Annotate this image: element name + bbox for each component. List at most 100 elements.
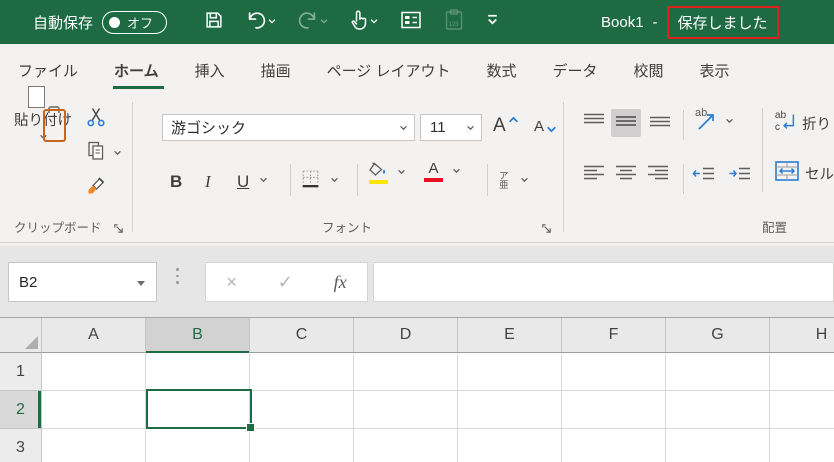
font-size-dropdown-icon[interactable] xyxy=(465,123,481,133)
tab-page-layout[interactable]: ページ レイアウト xyxy=(309,44,469,96)
font-name-combobox[interactable]: 游ゴシック xyxy=(162,114,415,141)
clipboard-dialog-launcher[interactable] xyxy=(112,222,125,235)
increase-font-size-button[interactable]: A xyxy=(493,116,519,135)
tab-view[interactable]: 表示 xyxy=(682,44,748,96)
align-middle-button[interactable] xyxy=(611,109,641,137)
redo-button[interactable] xyxy=(293,6,333,38)
enter-icon[interactable]: ✓ xyxy=(278,272,293,293)
cell[interactable] xyxy=(666,353,770,391)
column-header-g[interactable]: G xyxy=(666,318,770,353)
column-header-f[interactable]: F xyxy=(562,318,666,353)
font-size-combobox[interactable]: 11 xyxy=(420,114,482,141)
tab-file[interactable]: ファイル xyxy=(0,44,96,96)
column-header-d[interactable]: D xyxy=(354,318,458,353)
cell[interactable] xyxy=(354,429,458,462)
align-middle-icon xyxy=(614,113,638,134)
cell[interactable] xyxy=(770,391,834,429)
shrink-font-icon: A xyxy=(534,118,545,135)
copy-dropdown-icon[interactable] xyxy=(112,145,123,163)
column-header-e[interactable]: E xyxy=(458,318,562,353)
column-header-b[interactable]: B xyxy=(146,318,250,353)
name-box[interactable]: B2 xyxy=(8,262,157,302)
column-header-c[interactable]: C xyxy=(250,318,354,353)
cell[interactable] xyxy=(666,391,770,429)
cell[interactable] xyxy=(458,429,562,462)
paste-button[interactable]: 貼り付け xyxy=(10,86,76,142)
name-box-dropdown-icon[interactable] xyxy=(137,281,145,286)
cell[interactable] xyxy=(354,353,458,391)
orientation-dropdown-icon[interactable] xyxy=(724,113,735,131)
undo-dropdown-icon[interactable] xyxy=(267,13,277,31)
row-header-2[interactable]: 2 xyxy=(0,391,42,429)
cell[interactable] xyxy=(42,353,146,391)
align-top-button[interactable] xyxy=(582,112,606,133)
active-cell-selection[interactable] xyxy=(146,389,255,432)
phonetic-dropdown-icon[interactable] xyxy=(519,172,530,190)
insert-function-icon[interactable]: fx xyxy=(334,272,347,293)
formula-input[interactable] xyxy=(373,262,834,302)
tab-formulas[interactable]: 数式 xyxy=(468,44,534,96)
tab-review[interactable]: 校閲 xyxy=(616,44,682,96)
merge-center-button[interactable]: セル xyxy=(774,160,834,187)
touch-mouse-mode-button[interactable] xyxy=(345,6,383,38)
font-color-dropdown-icon[interactable] xyxy=(451,163,462,181)
tab-draw[interactable]: 描画 xyxy=(243,44,309,96)
copy-button[interactable] xyxy=(86,140,123,167)
cell[interactable] xyxy=(770,429,834,462)
underline-button[interactable]: U xyxy=(237,164,269,198)
cell[interactable] xyxy=(354,391,458,429)
touch-mode-dropdown-icon[interactable] xyxy=(369,13,379,31)
cell[interactable] xyxy=(42,429,146,462)
autosave-toggle[interactable]: オフ xyxy=(102,10,168,34)
cell[interactable] xyxy=(562,391,666,429)
align-left-button[interactable] xyxy=(582,164,606,187)
row-header-1[interactable]: 1 xyxy=(0,353,42,391)
italic-button[interactable]: I xyxy=(205,164,211,198)
align-right-button[interactable] xyxy=(646,164,670,187)
tab-home[interactable]: ホーム xyxy=(96,44,177,96)
cell[interactable] xyxy=(458,353,562,391)
font-name-dropdown-icon[interactable] xyxy=(398,123,414,133)
tab-insert[interactable]: 挿入 xyxy=(177,44,243,96)
cell[interactable] xyxy=(250,429,354,462)
formula-bar-resize-handle[interactable] xyxy=(176,268,179,284)
borders-dropdown-icon[interactable] xyxy=(329,172,340,190)
customize-qat-button[interactable] xyxy=(481,6,504,38)
row-header-3[interactable]: 3 xyxy=(0,429,42,462)
borders-button[interactable] xyxy=(300,164,340,198)
wrap-text-button[interactable]: ab c 折り xyxy=(774,108,831,139)
save-button[interactable] xyxy=(199,6,229,38)
phonetic-guide-button[interactable]: ア 亜 xyxy=(499,164,530,198)
format-painter-button[interactable] xyxy=(86,176,106,201)
select-all-button[interactable] xyxy=(0,318,42,353)
cell[interactable] xyxy=(250,391,354,429)
cell[interactable] xyxy=(562,353,666,391)
undo-button[interactable] xyxy=(241,6,281,38)
bold-button[interactable]: B xyxy=(170,164,182,198)
underline-dropdown-icon[interactable] xyxy=(258,172,269,190)
align-bottom-button[interactable] xyxy=(648,112,672,133)
cut-button[interactable] xyxy=(86,106,106,133)
cell[interactable] xyxy=(458,391,562,429)
column-header-a[interactable]: A xyxy=(42,318,146,353)
cell[interactable] xyxy=(250,353,354,391)
cancel-icon[interactable]: × xyxy=(226,272,237,293)
cell[interactable] xyxy=(770,353,834,391)
fill-color-dropdown-icon[interactable] xyxy=(396,164,407,182)
decrease-indent-button[interactable] xyxy=(692,166,716,187)
font-dialog-launcher[interactable] xyxy=(540,222,553,235)
align-center-button[interactable] xyxy=(614,164,638,187)
column-header-h[interactable]: H xyxy=(770,318,834,353)
increase-indent-button[interactable] xyxy=(728,166,752,187)
decrease-font-size-button[interactable]: A xyxy=(534,119,557,134)
orientation-button[interactable]: ab xyxy=(694,106,735,137)
form-button[interactable] xyxy=(395,6,427,38)
cell[interactable] xyxy=(562,429,666,462)
cell[interactable] xyxy=(42,391,146,429)
font-color-button[interactable]: A xyxy=(424,161,462,182)
fill-color-button[interactable] xyxy=(367,162,407,184)
cell[interactable] xyxy=(666,429,770,462)
cell[interactable] xyxy=(146,353,250,391)
tab-data[interactable]: データ xyxy=(535,44,616,96)
cell[interactable] xyxy=(146,429,250,462)
